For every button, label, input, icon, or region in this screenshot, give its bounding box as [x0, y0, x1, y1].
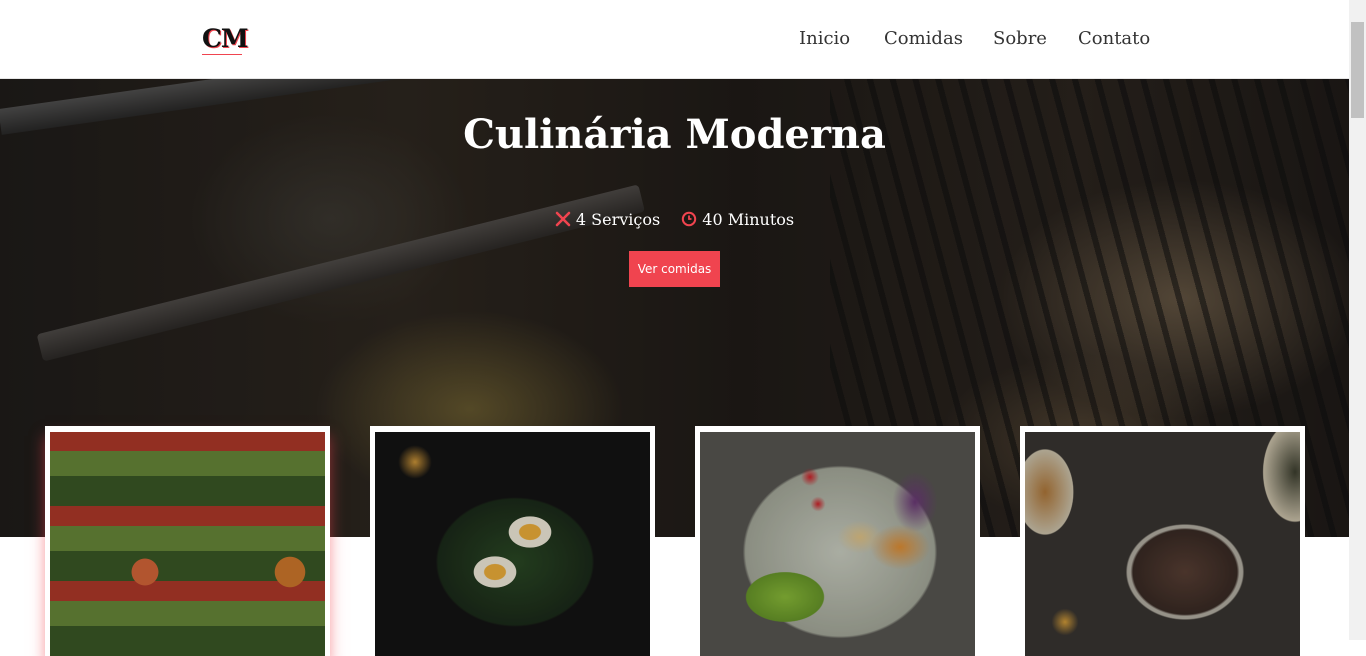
food-card[interactable]	[1020, 426, 1305, 656]
nav-contato[interactable]: Contato	[1078, 28, 1150, 49]
clock-icon	[681, 211, 697, 231]
food-card-image[interactable]	[1025, 432, 1300, 656]
time-text: 40 Minutos	[702, 210, 795, 229]
servings-info: 4 Serviços	[555, 210, 660, 231]
hero-meta: 4 Serviços 40 Minutos	[0, 210, 1349, 231]
food-card-image[interactable]	[375, 432, 650, 656]
nav-inicio[interactable]: Inicio	[799, 28, 850, 49]
hero-title: Culinária Moderna	[463, 111, 886, 158]
view-foods-button[interactable]: Ver comidas	[629, 251, 720, 287]
food-card[interactable]	[695, 426, 980, 656]
nav-comidas[interactable]: Comidas	[884, 28, 963, 49]
nav-sobre[interactable]: Sobre	[993, 28, 1047, 49]
food-card[interactable]	[370, 426, 655, 656]
utensils-icon	[555, 211, 571, 231]
scrollbar-thumb[interactable]	[1351, 22, 1364, 118]
servings-text: 4 Serviços	[575, 210, 661, 229]
food-card[interactable]	[45, 426, 330, 656]
time-info: 40 Minutos	[681, 210, 794, 231]
page-scrollbar[interactable]	[1349, 0, 1366, 640]
food-card-image[interactable]	[50, 432, 325, 656]
site-logo[interactable]: CM	[202, 24, 249, 53]
food-card-image[interactable]	[700, 432, 975, 656]
site-header: CM Inicio Comidas Sobre Contato	[0, 0, 1349, 79]
logo-underline	[202, 54, 242, 55]
